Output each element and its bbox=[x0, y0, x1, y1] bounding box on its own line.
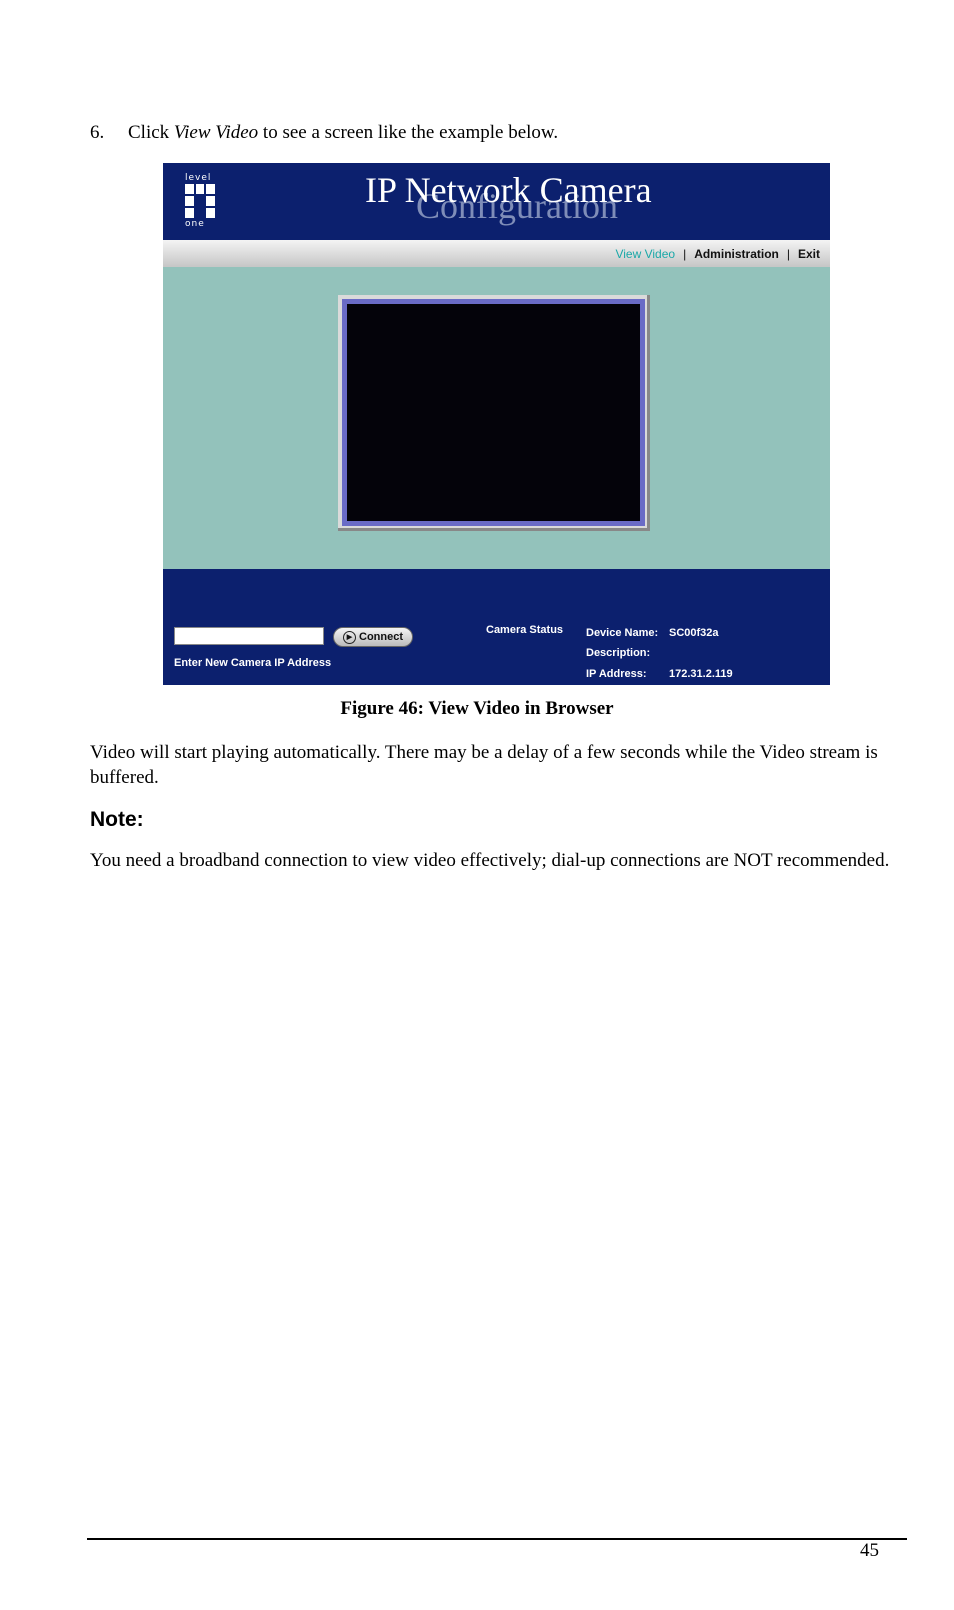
levelone-logo: level one bbox=[185, 173, 217, 231]
step-emphasis: View Video bbox=[173, 122, 259, 143]
nav-separator: | bbox=[683, 247, 687, 261]
device-name-value: SC00f32a bbox=[669, 627, 719, 639]
connect-button[interactable]: ▶ Connect bbox=[333, 627, 413, 647]
step-instruction: 6. Click View Video to see a screen like … bbox=[90, 120, 558, 145]
ip-address-value: 172.31.2.119 bbox=[669, 668, 733, 680]
banner-title: IP Network Camera bbox=[365, 170, 652, 210]
camera-ui-screenshot: level one Configuration IP Network Camer… bbox=[163, 163, 830, 685]
page-number: 45 bbox=[860, 1540, 879, 1561]
video-player[interactable] bbox=[342, 299, 645, 526]
video-frame bbox=[338, 295, 650, 531]
camera-ip-label: Enter New Camera IP Address bbox=[174, 657, 332, 669]
nav-bar: View Video | Administration | Exit bbox=[163, 240, 830, 267]
logo-text-bottom: one bbox=[185, 219, 205, 229]
camera-ip-input[interactable] bbox=[174, 627, 324, 645]
camera-status-heading: Camera Status bbox=[486, 624, 564, 636]
figure-caption: Figure 46: View Video in Browser bbox=[340, 698, 614, 719]
nav-administration[interactable]: Administration bbox=[694, 247, 779, 261]
video-area bbox=[163, 267, 830, 569]
play-circle-icon: ▶ bbox=[343, 630, 356, 644]
device-name-label: Device Name: bbox=[586, 627, 659, 639]
nav-links: View Video | Administration | Exit bbox=[615, 247, 820, 261]
body-paragraph: Video will start playing automatically. … bbox=[90, 742, 878, 788]
nav-exit[interactable]: Exit bbox=[798, 247, 820, 261]
step-text-pre: Click bbox=[128, 122, 174, 143]
logo-grid-icon bbox=[185, 184, 215, 218]
footer-rule bbox=[87, 1538, 907, 1540]
description-label: Description: bbox=[586, 647, 651, 659]
logo-text-top: level bbox=[185, 173, 212, 183]
nav-separator: | bbox=[786, 247, 790, 261]
ip-address-label: IP Address: bbox=[586, 668, 647, 680]
note-heading: Note: bbox=[90, 808, 144, 831]
connect-button-label: Connect bbox=[359, 631, 403, 643]
nav-view-video[interactable]: View Video bbox=[615, 247, 675, 261]
note-text: You need a broadband connection to view … bbox=[90, 850, 890, 871]
step-number: 6. bbox=[90, 122, 105, 143]
step-text-post: to see a screen like the example below. bbox=[258, 122, 559, 143]
status-panel: ▶ Connect Enter New Camera IP Address Ca… bbox=[163, 569, 830, 685]
header-banner: level one Configuration IP Network Camer… bbox=[163, 163, 830, 240]
